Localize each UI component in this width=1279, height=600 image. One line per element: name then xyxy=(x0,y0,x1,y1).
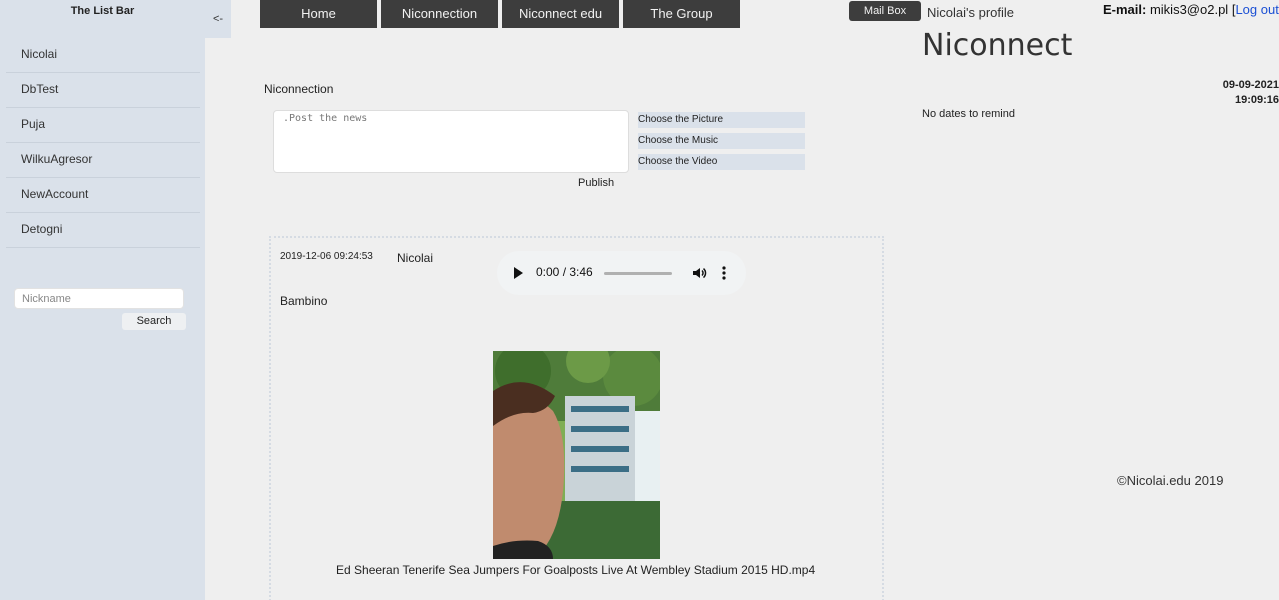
nav-the-group[interactable]: The Group xyxy=(623,0,740,28)
post-text: Bambino xyxy=(280,294,328,308)
video-file-name: Ed Sheeran Tenerife Sea Jumpers For Goal… xyxy=(336,563,816,577)
post-photo xyxy=(493,351,660,559)
volume-icon[interactable] xyxy=(691,265,707,281)
sidebar-item-nicolai[interactable]: Nicolai xyxy=(6,38,200,73)
sidebar-item-dbtest[interactable]: DbTest xyxy=(6,73,200,108)
choose-music-button[interactable]: Choose the Music xyxy=(638,133,805,149)
date-time: 09-09-2021 19:09:16 xyxy=(1223,78,1279,108)
user-list: Nicolai DbTest Puja WilkuAgresor NewAcco… xyxy=(6,38,200,248)
section-title: Niconnection xyxy=(264,82,334,96)
audio-time: 0:00 / 3:46 xyxy=(536,265,593,279)
sidebar-item-wilkuagresor[interactable]: WilkuAgresor xyxy=(6,143,200,178)
nav-niconnect-edu[interactable]: Niconnect edu xyxy=(502,0,619,28)
email-line: E-mail: mikis3@o2.pl [Log out] xyxy=(1103,2,1279,17)
nickname-search-input[interactable] xyxy=(14,288,184,309)
sidebar-item-detogni[interactable]: Detogni xyxy=(6,213,200,248)
post-news-input[interactable] xyxy=(273,110,629,173)
profile-link[interactable]: Nicolai's profile xyxy=(927,5,1014,20)
nav-niconnection[interactable]: Niconnection xyxy=(381,0,498,28)
brand-title: Niconnect xyxy=(922,28,1073,63)
copyright: ©Nicolai.edu 2019 xyxy=(1117,473,1224,488)
sidebar-item-newaccount[interactable]: NewAccount xyxy=(6,178,200,213)
post-date: 2019-12-06 09:24:53 xyxy=(280,251,373,262)
mail-box-button[interactable]: Mail Box xyxy=(849,1,921,21)
more-options-icon[interactable] xyxy=(722,266,726,280)
email-value: mikis3@o2.pl xyxy=(1149,2,1229,17)
search-button[interactable]: Search xyxy=(122,313,186,330)
choose-picture-button[interactable]: Choose the Picture xyxy=(638,112,805,128)
audio-player: 0:00 / 3:46 xyxy=(497,251,746,295)
choose-video-button[interactable]: Choose the Video xyxy=(638,154,805,170)
sidebar-item-puja[interactable]: Puja xyxy=(6,108,200,143)
sidebar-title: The List Bar xyxy=(70,5,135,17)
top-nav: Home Niconnection Niconnect edu The Grou… xyxy=(260,0,740,28)
current-date: 09-09-2021 xyxy=(1222,79,1279,91)
audio-seek-bar[interactable] xyxy=(604,272,672,275)
nav-home[interactable]: Home xyxy=(260,0,377,28)
collapse-sidebar-button[interactable]: <- xyxy=(205,0,231,38)
logout-link[interactable]: Log out xyxy=(1235,2,1278,17)
reminder-text: No dates to remind xyxy=(922,108,1015,120)
current-time: 19:09:16 xyxy=(1234,94,1279,106)
email-label: E-mail: xyxy=(1103,2,1147,17)
play-icon[interactable] xyxy=(514,267,523,279)
publish-button[interactable]: Publish xyxy=(578,177,614,189)
post-author[interactable]: Nicolai xyxy=(397,251,433,265)
sidebar: The List Bar Nicolai DbTest Puja WilkuAg… xyxy=(0,0,205,600)
